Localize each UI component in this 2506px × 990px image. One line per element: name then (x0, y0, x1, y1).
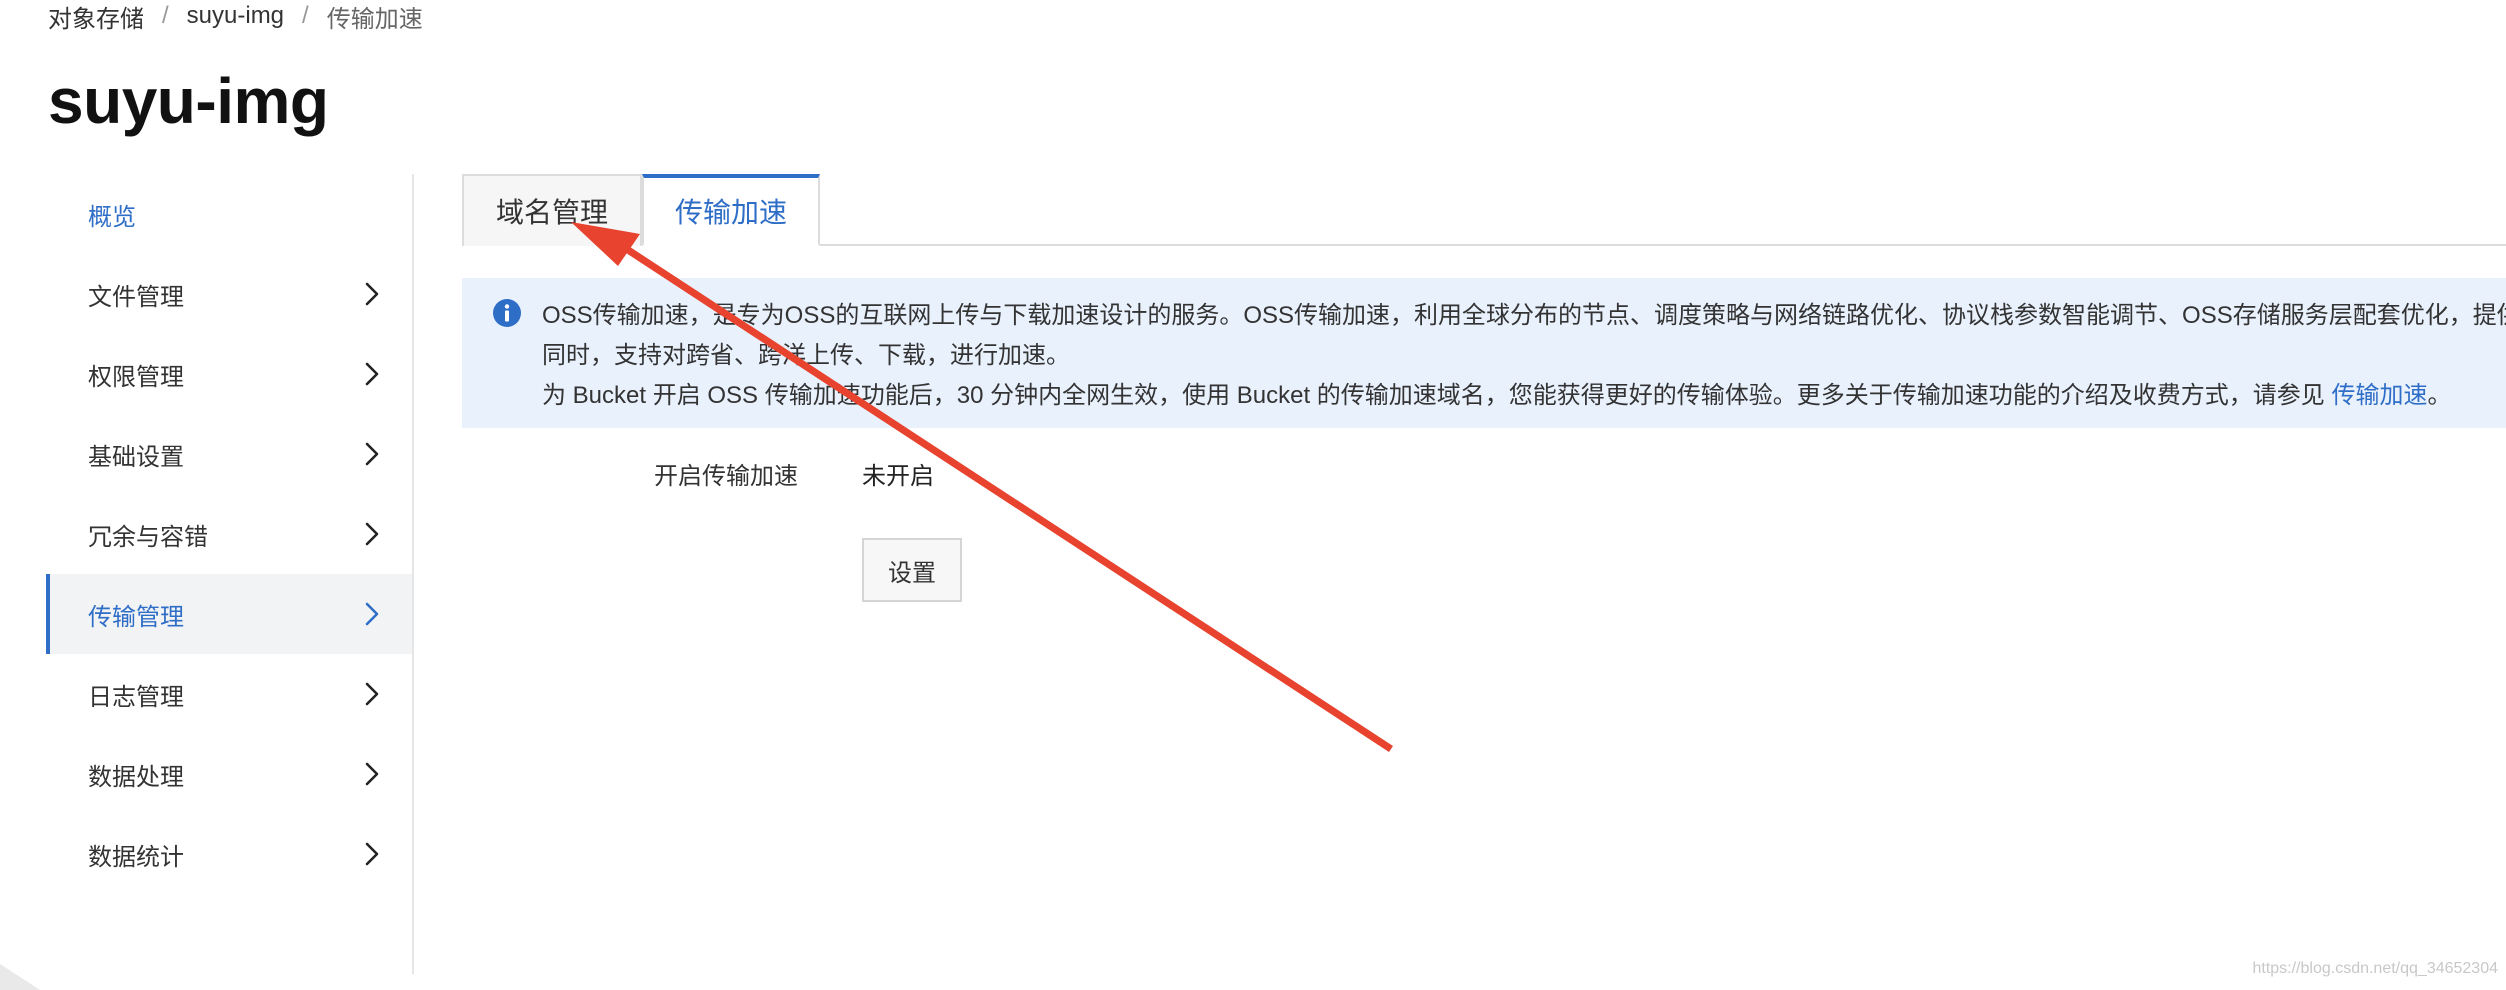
sidebar-item-label: 数据处理 (88, 763, 184, 791)
breadcrumb-item-oss[interactable]: 对象存储 (48, 0, 144, 34)
sidebar-item-logs[interactable]: 日志管理 (46, 654, 413, 734)
settings-button[interactable]: 设置 (862, 538, 962, 602)
chevron-right-icon (359, 441, 385, 467)
chevron-right-icon (359, 361, 385, 387)
transfer-acceleration-link[interactable]: 传输加速 (2331, 382, 2427, 409)
breadcrumb-item-current: 传输加速 (326, 5, 423, 33)
sidebar-item-data-processing[interactable]: 数据处理 (46, 734, 413, 814)
chevron-right-icon (359, 281, 385, 307)
sidebar-item-overview[interactable]: 概览 (46, 174, 413, 254)
sidebar-item-permissions[interactable]: 权限管理 (46, 334, 413, 414)
acceleration-label: 开启传输加速 (654, 463, 798, 490)
notice-line-3-text: 为 Bucket 开启 OSS 传输加速功能后，30 分钟内全网生效，使用 Bu… (542, 382, 2332, 409)
notice-line-2: 同时，支持对跨省、跨洋上传、下载，进行加速。 (542, 342, 1070, 369)
sidebar-item-statistics[interactable]: 数据统计 (46, 814, 413, 894)
tab-transfer-acceleration[interactable]: 传输加速 (642, 174, 820, 246)
breadcrumb-separator: / (162, 2, 169, 29)
sidebar-item-files[interactable]: 文件管理 (46, 254, 413, 334)
breadcrumb-item-bucket[interactable]: suyu-img (187, 2, 284, 30)
breadcrumb-separator: / (302, 2, 309, 29)
watermark: https://blog.csdn.net/qq_34652304 (2252, 960, 2498, 977)
sidebar-item-label: 日志管理 (88, 683, 184, 711)
notice-line-1: OSS传输加速，是专为OSS的互联网上传与下载加速设计的服务。OSS传输加速，利… (542, 302, 2506, 329)
sidebar-item-label: 权限管理 (88, 363, 184, 391)
notice-line-3: 为 Bucket 开启 OSS 传输加速功能后，30 分钟内全网生效，使用 Bu… (542, 376, 2506, 416)
tab-bar: 域名管理 传输加速 (462, 174, 2506, 246)
sidebar-item-label: 传输管理 (88, 603, 184, 631)
sidebar-item-label: 文件管理 (88, 283, 184, 311)
chevron-right-icon (359, 841, 385, 867)
chevron-right-icon (359, 601, 385, 627)
acceleration-status: 未开启 (862, 463, 934, 490)
sidebar: 概览 文件管理 权限管理 基础设置 冗余与容错 传输管理 日志管理 数据处理 数… (46, 174, 413, 894)
chevron-right-icon (359, 521, 385, 547)
sidebar-item-label: 数据统计 (88, 843, 184, 871)
corner-decoration (0, 964, 40, 990)
sidebar-item-label: 冗余与容错 (88, 523, 208, 551)
page-title: suyu-img (48, 65, 329, 137)
info-icon (492, 298, 522, 328)
breadcrumb: 对象存储 / suyu-img / 传输加速 (48, 0, 423, 34)
chevron-right-icon (359, 681, 385, 707)
sidebar-item-basic-settings[interactable]: 基础设置 (46, 414, 413, 494)
chevron-right-icon (359, 761, 385, 787)
tab-domain-management[interactable]: 域名管理 (462, 174, 642, 246)
sidebar-item-redundancy[interactable]: 冗余与容错 (46, 494, 413, 574)
info-notice: OSS传输加速，是专为OSS的互联网上传与下载加速设计的服务。OSS传输加速，利… (462, 278, 2506, 428)
notice-line-3-end: 。 (2427, 382, 2452, 409)
notice-text: OSS传输加速，是专为OSS的互联网上传与下载加速设计的服务。OSS传输加速，利… (542, 296, 2506, 416)
sidebar-item-label: 基础设置 (88, 443, 184, 471)
sidebar-item-transfer[interactable]: 传输管理 (46, 574, 413, 654)
sidebar-divider (412, 174, 414, 974)
sidebar-item-label: 概览 (88, 203, 136, 231)
